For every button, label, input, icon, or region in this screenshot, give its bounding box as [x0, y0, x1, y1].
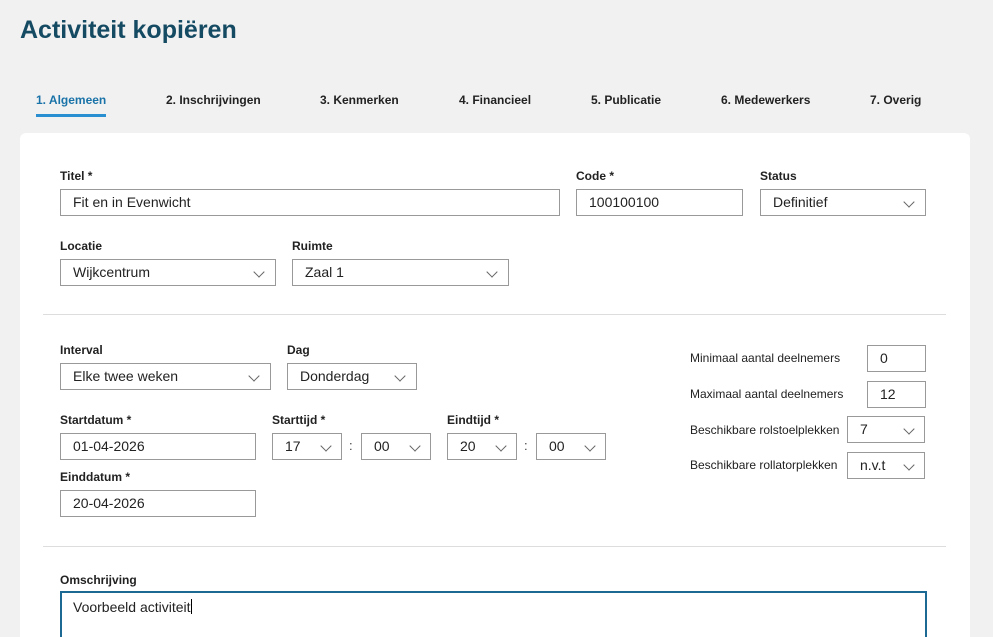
start-minute-select[interactable]: 00 — [361, 433, 431, 460]
min-participants-label: Minimaal aantal deelnemers — [690, 351, 841, 365]
page-title: Activiteit kopiëren — [20, 16, 237, 44]
chevron-down-icon — [584, 440, 596, 452]
rollator-select[interactable]: n.v.t — [847, 452, 925, 479]
room-label: Ruimte — [292, 239, 333, 253]
interval-value: Elke twee weken — [73, 368, 179, 384]
tab-inschrijvingen[interactable]: 2. Inschrijvingen — [166, 93, 261, 117]
description-textarea[interactable]: Voorbeeld activiteit — [60, 591, 927, 637]
status-label: Status — [760, 169, 797, 183]
end-hour-value: 20 — [460, 438, 476, 454]
form-card: Titel * Fit en in Evenwicht Code * 10010… — [20, 133, 970, 637]
time-separator: : — [349, 438, 353, 453]
code-input[interactable]: 100100100 — [576, 189, 743, 216]
startdate-input[interactable]: 01-04-2026 — [60, 433, 256, 460]
rollator-label: Beschikbare rollatorplekken — [690, 458, 838, 472]
enddate-input[interactable]: 20-04-2026 — [60, 490, 256, 517]
end-minute-value: 00 — [549, 438, 565, 454]
rollator-value: n.v.t — [860, 457, 886, 473]
tab-kenmerken[interactable]: 3. Kenmerken — [320, 93, 399, 117]
day-select[interactable]: Donderdag — [287, 363, 417, 390]
day-value: Donderdag — [300, 368, 370, 384]
tab-bar: 1. Algemeen 2. Inschrijvingen 3. Kenmerk… — [0, 93, 993, 119]
enddate-label: Einddatum * — [60, 470, 131, 484]
code-label: Code * — [576, 169, 615, 183]
tab-algemeen[interactable]: 1. Algemeen — [36, 93, 107, 117]
time-separator: : — [524, 438, 528, 453]
tab-overig[interactable]: 7. Overig — [870, 93, 921, 117]
text-cursor — [190, 599, 192, 614]
section-divider — [43, 546, 946, 547]
day-label: Dag — [287, 343, 310, 357]
enddate-value: 20-04-2026 — [73, 495, 145, 511]
chevron-down-icon — [495, 440, 507, 452]
title-input[interactable]: Fit en in Evenwicht — [60, 189, 560, 216]
chevron-down-icon — [409, 440, 421, 452]
max-participants-value: 12 — [880, 386, 896, 402]
tab-financieel[interactable]: 4. Financieel — [459, 93, 531, 117]
tab-publicatie[interactable]: 5. Publicatie — [591, 93, 661, 117]
description-value: Voorbeeld activiteit — [73, 599, 191, 615]
chevron-down-icon — [253, 266, 265, 278]
interval-select[interactable]: Elke twee weken — [60, 363, 271, 390]
location-value: Wijkcentrum — [73, 264, 151, 280]
startdate-label: Startdatum * — [60, 413, 132, 427]
wheelchair-select[interactable]: 7 — [847, 416, 925, 443]
code-value: 100100100 — [589, 194, 660, 210]
interval-label: Interval — [60, 343, 103, 357]
start-minute-value: 00 — [374, 438, 390, 454]
min-participants-value: 0 — [880, 350, 888, 366]
room-select[interactable]: Zaal 1 — [292, 259, 509, 286]
chevron-down-icon — [903, 459, 915, 471]
end-minute-select[interactable]: 00 — [536, 433, 606, 460]
starttime-label: Starttijd * — [272, 413, 326, 427]
wheelchair-value: 7 — [860, 421, 868, 437]
chevron-down-icon — [320, 440, 332, 452]
max-participants-input[interactable]: 12 — [867, 381, 926, 408]
description-label: Omschrijving — [60, 573, 137, 587]
section-divider — [43, 314, 946, 315]
end-hour-select[interactable]: 20 — [447, 433, 517, 460]
chevron-down-icon — [248, 370, 260, 382]
location-select[interactable]: Wijkcentrum — [60, 259, 276, 286]
start-hour-select[interactable]: 17 — [272, 433, 342, 460]
max-participants-label: Maximaal aantal deelnemers — [690, 387, 844, 401]
location-label: Locatie — [60, 239, 103, 253]
start-hour-value: 17 — [285, 438, 301, 454]
tab-medewerkers[interactable]: 6. Medewerkers — [721, 93, 810, 117]
status-value: Definitief — [773, 194, 828, 210]
min-participants-input[interactable]: 0 — [867, 345, 926, 372]
chevron-down-icon — [903, 423, 915, 435]
chevron-down-icon — [486, 266, 498, 278]
chevron-down-icon — [394, 370, 406, 382]
status-select[interactable]: Definitief — [760, 189, 926, 216]
chevron-down-icon — [903, 196, 915, 208]
startdate-value: 01-04-2026 — [73, 438, 145, 454]
title-value: Fit en in Evenwicht — [73, 194, 191, 210]
wheelchair-label: Beschikbare rolstoelplekken — [690, 423, 840, 437]
room-value: Zaal 1 — [305, 264, 344, 280]
title-label: Titel * — [60, 169, 93, 183]
endtime-label: Eindtijd * — [447, 413, 499, 427]
